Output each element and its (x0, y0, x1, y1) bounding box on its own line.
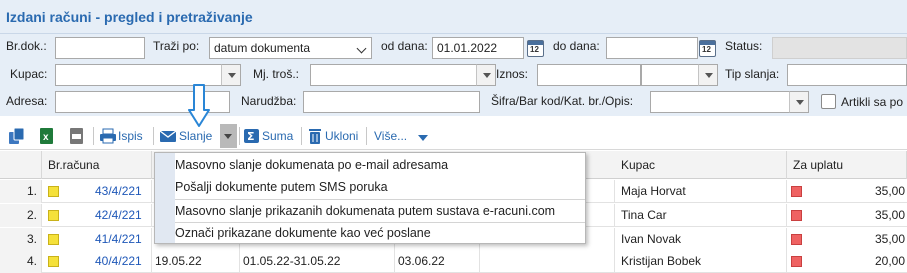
kupac-label: Kupac: (10, 67, 48, 81)
title-bar: Izdani računi - pregled i pretraživanje (0, 0, 907, 34)
sifra-input[interactable] (650, 91, 790, 113)
status-yellow-icon (48, 186, 59, 197)
row-number: 2. (0, 204, 42, 227)
iznos-dropdown-button[interactable] (698, 64, 718, 86)
chevron-down-icon (356, 43, 367, 54)
status-red-icon (791, 186, 802, 197)
artikli-label: Artikli sa po (841, 95, 904, 109)
status-red-icon (791, 210, 802, 221)
iznos-input[interactable] (537, 64, 641, 86)
menu-item-email-bulk[interactable]: Masovno slanje dokumenata po e-mail adre… (175, 154, 585, 176)
invoice-number[interactable]: 42/4/221 (95, 204, 152, 227)
toolbar-separator (153, 127, 154, 145)
narudzba-input[interactable] (303, 91, 480, 113)
header-rownum (0, 151, 42, 179)
kupac-cell: Kristijan Bobek (615, 250, 787, 273)
artikli-checkbox[interactable] (821, 94, 836, 109)
suma-button[interactable]: Suma (262, 127, 293, 145)
status-label: Status: (725, 39, 763, 53)
toolbar-separator (301, 127, 302, 145)
status-yellow-icon (48, 256, 59, 267)
arrow-down-icon (188, 84, 210, 127)
menu-item-mark-sent[interactable]: Označi prikazane dokumente kao već posla… (175, 222, 585, 244)
status-field (772, 37, 907, 59)
menu-item-eracuni[interactable]: Masovno slanje prikazanih dokumenata put… (175, 200, 585, 222)
invoice-number[interactable]: 40/4/221 (95, 250, 152, 273)
header-za-uplatu[interactable]: Za uplatu (787, 151, 907, 179)
row-number: 1. (0, 180, 42, 203)
trazi-po-select[interactable]: datum dokumenta (209, 37, 372, 59)
amount-cell: 20,00 (874, 254, 905, 268)
printer-icon (100, 128, 116, 144)
slanje-dropdown-menu: Masovno slanje dokumenata po e-mail adre… (154, 152, 586, 244)
empty-cell (480, 250, 615, 273)
trazi-po-value: datum dokumenta (214, 41, 311, 55)
header-broj[interactable]: Br.računa (42, 151, 152, 179)
copy-icon[interactable] (8, 127, 26, 145)
vise-button[interactable]: Više... (374, 127, 407, 145)
calendar-icon[interactable]: 12 (699, 40, 716, 57)
tip-slanja-select[interactable] (787, 64, 907, 86)
ukloni-button[interactable]: Ukloni (325, 127, 358, 145)
kupac-dropdown-button[interactable] (221, 64, 241, 86)
status-yellow-icon (48, 234, 59, 245)
sifra-dropdown-button[interactable] (789, 91, 809, 113)
adresa-label: Adresa: (6, 94, 48, 108)
status-yellow-icon (48, 210, 59, 221)
svg-text:Σ: Σ (247, 130, 255, 143)
kupac-input[interactable] (55, 64, 222, 86)
status-red-icon (791, 234, 802, 245)
amount-cell: 35,00 (874, 184, 905, 198)
od-dana-input[interactable]: 01.01.2022 (432, 37, 524, 59)
header-kupac[interactable]: Kupac (615, 151, 787, 179)
do-dana-label: do dana: (553, 39, 600, 53)
table-row[interactable]: 4. 40/4/221 19.05.22 01.05.22-31.05.22 0… (0, 250, 907, 273)
narudzba-label: Narudžba: (241, 94, 297, 108)
svg-text:x: x (43, 132, 49, 143)
iznos-label: Iznos: (496, 67, 529, 81)
chevron-down-icon[interactable] (418, 134, 428, 142)
invoice-number[interactable]: 41/4/221 (95, 228, 152, 251)
row-number: 4. (0, 250, 42, 273)
kupac-cell: Ivan Novak (615, 228, 787, 251)
toolbar: x Ispis Slanje Σ Suma Ukloni Više... (0, 122, 907, 150)
envelope-icon (159, 130, 177, 142)
trash-icon (309, 129, 321, 144)
mj-tros-dropdown-button[interactable] (476, 64, 496, 86)
mj-tros-input[interactable] (310, 64, 477, 86)
calendar-icon[interactable]: 12 (527, 40, 544, 57)
tip-slanja-label: Tip slanja: (725, 67, 780, 81)
menu-gutter (155, 153, 175, 243)
row-number: 3. (0, 228, 42, 251)
toolbar-separator (239, 127, 240, 145)
do-dana-input[interactable] (606, 37, 698, 59)
invoice-number[interactable]: 43/4/221 (95, 180, 152, 203)
brdok-input[interactable] (55, 37, 145, 59)
slanje-button[interactable]: Slanje (179, 127, 212, 145)
brdok-label: Br.dok.: (6, 39, 47, 53)
page-title: Izdani računi - pregled i pretraživanje (6, 9, 253, 25)
sifra-label: Šifra/Bar kod/Kat. br./Opis: (491, 94, 634, 108)
status-red-icon (791, 256, 802, 267)
od-dana-label: od dana: (381, 39, 428, 53)
due-date-cell: 03.06.22 (395, 250, 480, 273)
ispis-button[interactable]: Ispis (118, 127, 143, 145)
menu-item-sms[interactable]: Pošalji dokumente putem SMS poruka (175, 176, 585, 198)
kupac-cell: Maja Horvat (615, 180, 787, 203)
period-cell: 01.05.22-31.05.22 (240, 250, 395, 273)
filter-panel: Br.dok.: Traži po: datum dokumenta od da… (0, 34, 907, 116)
toolbar-separator (93, 127, 94, 145)
mj-tros-label: Mj. troš.: (253, 67, 300, 81)
amount-cell: 35,00 (874, 232, 905, 246)
kupac-cell: Tina Car (615, 204, 787, 227)
excel-icon[interactable]: x (38, 127, 56, 145)
amount-cell: 35,00 (874, 208, 905, 222)
date-cell: 19.05.22 (152, 250, 240, 273)
csv-icon[interactable] (68, 127, 86, 145)
trazi-po-label: Traži po: (153, 39, 200, 53)
sigma-icon: Σ (244, 129, 259, 143)
toolbar-separator (366, 127, 367, 145)
slanje-dropdown-toggle[interactable] (220, 124, 237, 148)
iznos-operator-select[interactable] (641, 64, 699, 86)
